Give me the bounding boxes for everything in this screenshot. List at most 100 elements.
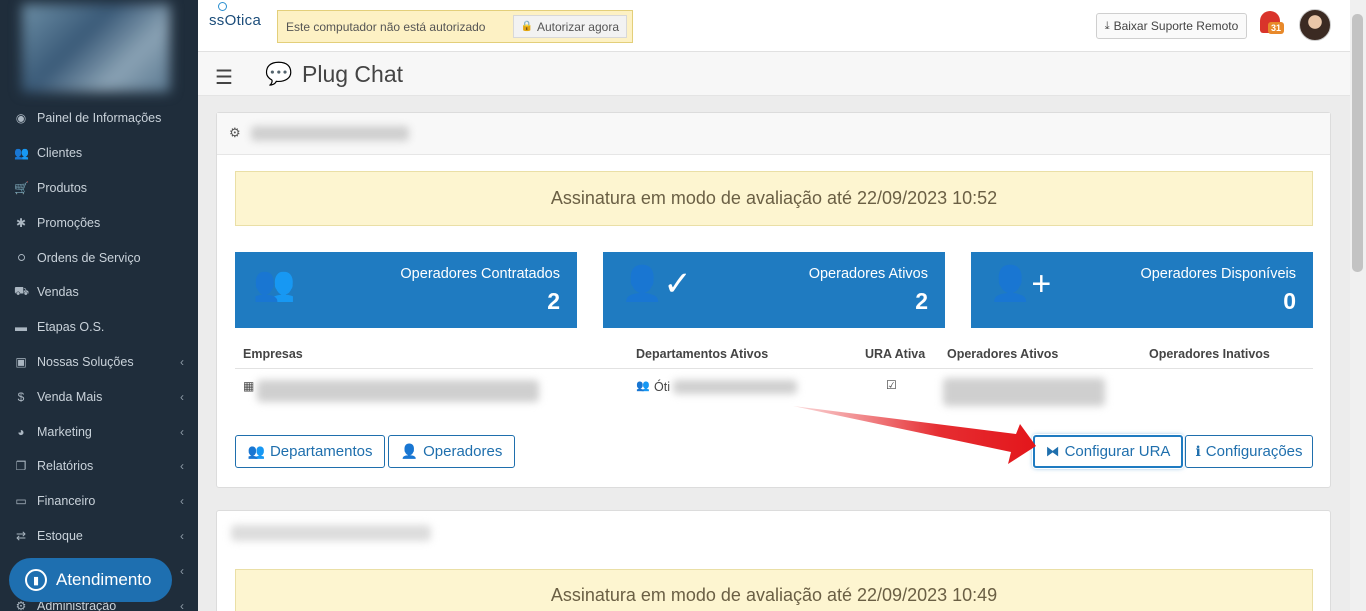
sidebar-item-label: Relatórios bbox=[37, 459, 94, 474]
book-icon: ▮ bbox=[25, 569, 47, 591]
dashboard-icon: ◉ bbox=[15, 111, 27, 126]
col-operadores-inativos: Operadores Inativos bbox=[1149, 347, 1270, 361]
download-label: Baixar Suporte Remoto bbox=[1113, 19, 1239, 33]
users-group-icon: 👥 bbox=[253, 265, 296, 303]
users-icon: 👥 bbox=[247, 443, 265, 459]
trial-banner-2: Assinatura em modo de avaliação até 22/0… bbox=[235, 569, 1313, 611]
stat-label: Operadores Disponíveis bbox=[1140, 266, 1296, 282]
steps-icon: ▬ bbox=[15, 320, 27, 335]
operadores-label: Operadores bbox=[423, 443, 503, 460]
basket-icon: ⛟ bbox=[14, 284, 30, 299]
col-empresas: Empresas bbox=[243, 347, 303, 361]
exchange-icon: ⇄ bbox=[15, 528, 27, 543]
sidebar-item[interactable]: 🛒 Produtos bbox=[0, 171, 198, 206]
info-icon: i bbox=[1195, 443, 1201, 460]
sidebar-item[interactable]: ⇄ Estoque ‹ bbox=[0, 519, 198, 554]
brand-dot-icon bbox=[218, 2, 227, 11]
dollar-icon: $ bbox=[17, 389, 25, 404]
configuracoes-label: Configurações bbox=[1205, 443, 1303, 460]
alert-text: Este computador não está autorizado bbox=[286, 19, 486, 34]
sidebar-item[interactable]: ▭ Financeiro ‹ bbox=[0, 484, 198, 519]
topbar: ssOtica Este computador não está autoriz… bbox=[198, 0, 1350, 52]
sitemap-icon: ⧓ bbox=[1045, 443, 1060, 459]
sidebar-item-label: Financeiro bbox=[37, 494, 96, 509]
operadores-button[interactable]: 👤 Operadores bbox=[388, 435, 515, 468]
chevron-left-icon: ‹ bbox=[180, 389, 184, 404]
menu-toggle-icon[interactable]: ☰ bbox=[215, 65, 233, 90]
atendimento-button[interactable]: ▮ Atendimento bbox=[9, 558, 172, 602]
stat-label: Operadores Ativos bbox=[808, 266, 928, 282]
user-check-icon: 👤✓ bbox=[621, 265, 692, 303]
sidebar-item[interactable]: 👥 Clientes bbox=[0, 136, 198, 171]
chevron-left-icon: ‹ bbox=[180, 494, 184, 509]
authorization-alert: Este computador não está autorizado 🔒 Au… bbox=[277, 10, 633, 43]
departamentos-button[interactable]: 👥 Departamentos bbox=[235, 435, 385, 468]
sidebar-item[interactable]: ✱ Promoções bbox=[0, 205, 198, 240]
col-departamentos-ativos: Departamentos Ativos bbox=[636, 347, 769, 361]
sidebar-item[interactable]: ▣ Nossas Soluções ‹ bbox=[0, 345, 198, 380]
sidebar-item[interactable]: ▬ Etapas O.S. bbox=[0, 310, 198, 345]
sidebar-item-label: Estoque bbox=[37, 528, 83, 543]
redacted-operadores bbox=[943, 378, 1105, 406]
users-icon: 👥 bbox=[636, 380, 650, 392]
lock-icon: 🔒 bbox=[520, 21, 533, 32]
sidebar-item[interactable]: ഠ Ordens de Serviço bbox=[0, 240, 198, 275]
copy-icon: ❐ bbox=[15, 459, 27, 474]
col-operadores-ativos: Operadores Ativos bbox=[947, 347, 1059, 361]
table-row: ▦ 👥 Óti ☑ bbox=[235, 370, 1313, 412]
sidebar-item[interactable]: ❐ Relatórios ‹ bbox=[0, 449, 198, 484]
chevron-left-icon: ‹ bbox=[180, 424, 184, 439]
stat-label: Operadores Contratados bbox=[400, 266, 560, 282]
asterisk-icon: ✱ bbox=[15, 215, 27, 230]
stat-value: 2 bbox=[547, 288, 560, 314]
authorize-label: Autorizar agora bbox=[536, 19, 619, 34]
notifications-button[interactable]: 31 bbox=[1260, 11, 1285, 37]
download-icon: ⤓ bbox=[1104, 19, 1110, 32]
departamentos-label: Departamentos bbox=[269, 443, 373, 460]
comments-icon: ◕ bbox=[17, 424, 25, 439]
stat-operadores-disponiveis: 👤+ Operadores Disponíveis 0 bbox=[971, 252, 1313, 328]
sidebar-item-label: Marketing bbox=[37, 424, 92, 439]
chevron-left-icon: ‹ bbox=[180, 459, 184, 474]
sidebar-item-label: Etapas O.S. bbox=[37, 320, 105, 335]
user-avatar[interactable] bbox=[1299, 9, 1331, 41]
sidebar-item[interactable]: ⛟ Vendas bbox=[0, 275, 198, 310]
scrollbar-thumb[interactable] bbox=[1352, 14, 1363, 272]
redacted-card2-title bbox=[231, 525, 431, 541]
departamento-text: Óti bbox=[654, 380, 670, 394]
sidebar-item[interactable]: ◕ Marketing ‹ bbox=[0, 414, 198, 449]
redacted-departamento bbox=[673, 380, 797, 394]
plug-chat-card-2: Assinatura em modo de avaliação até 22/0… bbox=[216, 510, 1331, 611]
chevron-left-icon: ‹ bbox=[180, 354, 184, 369]
brand-logo[interactable]: ssOtica bbox=[209, 2, 261, 29]
sidebar-item-label: Vendas bbox=[37, 285, 79, 300]
chat-icon: 💬 bbox=[265, 61, 293, 86]
chevron-left-icon: ‹ bbox=[180, 563, 184, 578]
redacted-empresa bbox=[257, 380, 539, 402]
sidebar-item[interactable]: $ Venda Mais ‹ bbox=[0, 379, 198, 414]
sidebar-item-label: Ordens de Serviço bbox=[37, 250, 141, 265]
configurar-ura-button[interactable]: ⧓ Configurar URA bbox=[1033, 435, 1183, 468]
col-ura-ativa: URA Ativa bbox=[865, 347, 926, 361]
briefcase-icon: ▣ bbox=[15, 354, 27, 369]
authorize-button[interactable]: 🔒 Autorizar agora bbox=[512, 15, 627, 38]
configurar-ura-label: Configurar URA bbox=[1064, 443, 1171, 460]
page-scrollbar[interactable] bbox=[1350, 0, 1366, 611]
download-support-button[interactable]: ⤓ Baixar Suporte Remoto bbox=[1096, 13, 1247, 39]
cart-icon: 🛒 bbox=[14, 180, 29, 195]
table-header: Empresas Departamentos Ativos URA Ativa … bbox=[235, 339, 1313, 369]
plug-chat-card: ⚙ Assinatura em modo de avaliação até 22… bbox=[216, 112, 1331, 488]
building-icon: ▦ bbox=[243, 379, 255, 393]
page-title: Plug Chat bbox=[302, 61, 404, 87]
sidebar-item[interactable]: ◉ Painel de Informações bbox=[0, 101, 198, 136]
configuracoes-button[interactable]: i Configurações bbox=[1185, 435, 1313, 468]
sidebar-item-label: Clientes bbox=[37, 146, 83, 161]
user-cog-icon: 👤 bbox=[400, 443, 419, 459]
gears-icon: ⚙ bbox=[229, 125, 241, 140]
stat-operadores-contratados: 👥 Operadores Contratados 2 bbox=[235, 252, 577, 328]
atendimento-label: Atendimento bbox=[56, 570, 152, 589]
users-icon: 👥 bbox=[14, 146, 29, 161]
stat-value: 0 bbox=[1283, 288, 1296, 314]
user-plus-icon: 👤+ bbox=[989, 265, 1052, 303]
sidebar-nav: ◉ Painel de Informações 👥 Clientes 🛒 Produtos… bbox=[0, 101, 198, 611]
